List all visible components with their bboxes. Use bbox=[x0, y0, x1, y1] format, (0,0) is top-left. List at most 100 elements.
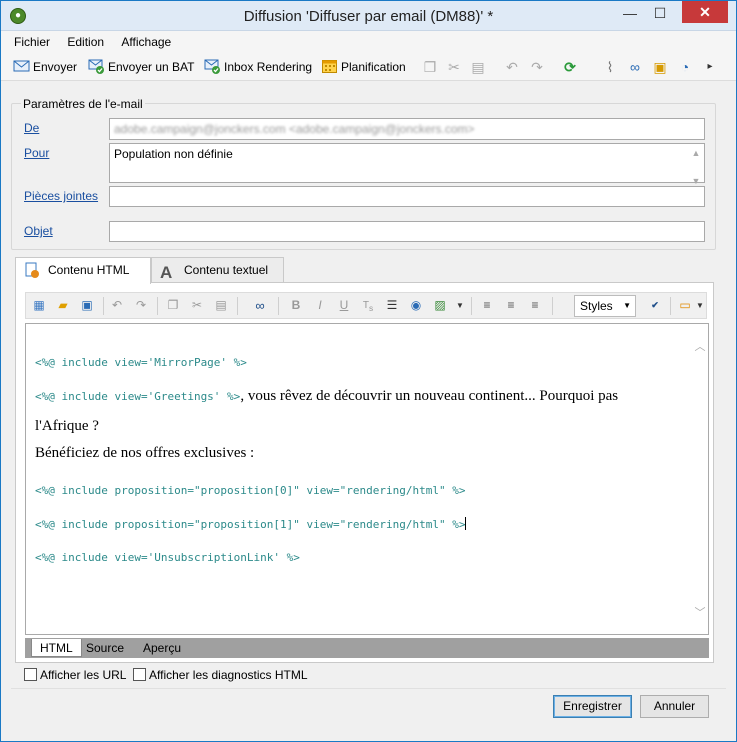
chevron-down-icon: ▼ bbox=[623, 301, 631, 310]
tab-source[interactable]: Source bbox=[78, 639, 132, 657]
from-label[interactable]: De bbox=[24, 121, 39, 135]
editor-toolbar-separator bbox=[278, 297, 279, 315]
planning-button[interactable]: Planification bbox=[321, 57, 406, 77]
align-left-icon[interactable]: ≡ bbox=[478, 297, 496, 314]
editor-line: <%@ include view='UnsubscriptionLink' %> bbox=[35, 551, 300, 564]
menu-affichage[interactable]: Affichage bbox=[114, 31, 178, 49]
text-content-icon: A bbox=[160, 263, 173, 282]
image-icon[interactable]: ▨ bbox=[431, 297, 449, 314]
divider bbox=[11, 688, 726, 689]
image-dropdown-icon[interactable]: ▼ bbox=[451, 297, 469, 314]
from-field[interactable]: adobe.campaign@jonckers.com <adobe.campa… bbox=[109, 118, 705, 140]
view-mode-tabs: HTML Source Aperçu bbox=[25, 638, 709, 658]
editor-code-span: <%@ include proposition="proposition[1]"… bbox=[35, 518, 466, 531]
toolbar-overflow-icon[interactable]: ▸ bbox=[701, 59, 719, 75]
html-content-icon bbox=[25, 262, 39, 278]
editor-toolbar-separator bbox=[471, 297, 472, 315]
to-label[interactable]: Pour bbox=[24, 146, 49, 160]
title-bar: ● Diffusion 'Diffuser par email (DM88)' … bbox=[1, 1, 736, 31]
from-value: adobe.campaign@jonckers.com <adobe.campa… bbox=[114, 122, 475, 136]
menu-edition[interactable]: Edition bbox=[60, 31, 111, 49]
cut-icon[interactable]: ✂ bbox=[188, 297, 206, 314]
save-disk-icon[interactable]: ▣ bbox=[78, 297, 96, 314]
to-value: Population non définie bbox=[114, 147, 233, 161]
show-urls-checkbox[interactable]: Afficher les URL bbox=[24, 668, 126, 682]
underline-icon[interactable]: U bbox=[335, 297, 353, 314]
globe-link-icon[interactable]: ◉ bbox=[407, 297, 425, 314]
save-button[interactable]: Enregistrer bbox=[553, 695, 632, 718]
refresh-icon[interactable]: ⟳ bbox=[561, 59, 579, 75]
dialog-window: ● Diffusion 'Diffuser par email (DM88)' … bbox=[0, 0, 737, 742]
tab-html-content-label: Contenu HTML bbox=[48, 263, 130, 277]
close-button[interactable]: ✕ bbox=[682, 1, 728, 23]
spellcheck-icon[interactable]: ✔ bbox=[646, 297, 664, 314]
show-diagnostics-checkbox[interactable]: Afficher les diagnostics HTML bbox=[133, 668, 308, 682]
menu-fichier[interactable]: Fichier bbox=[7, 31, 57, 49]
html-editor[interactable]: <%@ include view='MirrorPage' %> <%@ inc… bbox=[25, 323, 709, 635]
new-document-icon[interactable]: ▦ bbox=[30, 297, 48, 314]
editor-line: <%@ include proposition="proposition[1]"… bbox=[35, 517, 467, 531]
envelope-check-icon bbox=[204, 59, 220, 74]
tab-html-content[interactable]: Contenu HTML bbox=[15, 257, 151, 284]
calendar-icon bbox=[322, 60, 337, 73]
open-folder-icon[interactable]: ▰ bbox=[54, 297, 72, 314]
editor-scrollbar[interactable]: ︿ ﹀ bbox=[692, 324, 708, 634]
maximize-button[interactable]: ☐ bbox=[646, 3, 674, 25]
tab-text-content[interactable]: A Contenu textuel bbox=[151, 257, 284, 283]
editor-text-span: , vous rêvez de découvrir un nouveau con… bbox=[240, 388, 619, 404]
scroll-up-icon[interactable]: ︿ bbox=[692, 338, 708, 354]
align-right-icon[interactable]: ≡ bbox=[526, 297, 544, 314]
paste-icon[interactable]: ▤ bbox=[212, 297, 230, 314]
send-proof-label: Envoyer un BAT bbox=[108, 60, 195, 74]
checkbox-box[interactable] bbox=[24, 668, 37, 681]
redo-icon[interactable]: ↷ bbox=[132, 297, 150, 314]
to-field[interactable]: Population non définie ▲ ▼ bbox=[109, 143, 705, 186]
tab-preview[interactable]: Aperçu bbox=[135, 639, 189, 657]
subject-label[interactable]: Objet bbox=[24, 224, 53, 238]
planning-label: Planification bbox=[341, 60, 406, 74]
styles-dropdown[interactable]: Styles ▼ bbox=[574, 295, 636, 317]
list-icon[interactable]: ☰ bbox=[383, 297, 401, 314]
send-proof-button[interactable]: Envoyer un BAT bbox=[88, 57, 194, 77]
link-icon[interactable]: ∞ bbox=[626, 59, 644, 75]
strike-icon[interactable]: Ts bbox=[359, 297, 377, 314]
copy-icon[interactable]: ❐ bbox=[164, 297, 182, 314]
binoculars-icon[interactable]: ∞ bbox=[251, 297, 269, 314]
editor-toolbar-separator bbox=[670, 297, 671, 315]
tab-text-content-label: Contenu textuel bbox=[184, 263, 269, 277]
attachments-label[interactable]: Pièces jointes bbox=[24, 189, 98, 203]
send-label: Envoyer bbox=[33, 60, 78, 74]
undo-icon[interactable]: ↶ bbox=[108, 297, 126, 314]
gift-icon[interactable]: ▣ bbox=[651, 59, 669, 75]
html-content-panel: ▦ ▰ ▣ ↶ ↷ ❐ ✂ ▤ ∞ B I U Ts ☰ ◉ ▨ ▼ ≡ ≡ ≡ bbox=[15, 282, 714, 663]
copy-icon[interactable]: ❐ bbox=[421, 59, 439, 75]
send-button[interactable]: Envoyer bbox=[13, 57, 77, 77]
email-params-legend: Paramètres de l'e-mail bbox=[21, 97, 145, 111]
inbox-rendering-label: Inbox Rendering bbox=[224, 60, 313, 74]
italic-icon[interactable]: I bbox=[311, 297, 329, 314]
inbox-rendering-button[interactable]: Inbox Rendering bbox=[204, 57, 312, 77]
tracking-icon[interactable]: ◔ bbox=[676, 59, 694, 75]
styles-dropdown-label: Styles bbox=[580, 299, 613, 313]
paperclip-icon[interactable]: ⌇ bbox=[601, 59, 619, 75]
show-urls-label: Afficher les URL bbox=[40, 668, 127, 682]
attachments-field[interactable] bbox=[109, 186, 705, 207]
editor-code-span: <%@ include view='Greetings' %> bbox=[35, 390, 241, 403]
bold-icon[interactable]: B bbox=[287, 297, 305, 314]
redo-icon[interactable]: ↷ bbox=[528, 59, 546, 75]
to-field-scrollbar[interactable]: ▲ ▼ bbox=[690, 146, 702, 188]
scroll-down-icon[interactable]: ﹀ bbox=[692, 604, 708, 620]
align-center-icon[interactable]: ≡ bbox=[502, 297, 520, 314]
editor-line: l'Afrique ? bbox=[35, 418, 99, 434]
paste-icon[interactable]: ▤ bbox=[469, 59, 487, 75]
cancel-button[interactable]: Annuler bbox=[640, 695, 709, 718]
main-toolbar: Envoyer Envoyer un BAT Inbox Rendering P… bbox=[1, 53, 736, 81]
subject-field[interactable] bbox=[109, 221, 705, 242]
layout-dropdown-icon[interactable]: ▼ bbox=[691, 297, 709, 314]
undo-icon[interactable]: ↶ bbox=[503, 59, 521, 75]
cut-icon[interactable]: ✂ bbox=[445, 59, 463, 75]
checkbox-box[interactable] bbox=[133, 668, 146, 681]
minimize-button[interactable]: — bbox=[616, 3, 644, 25]
tab-html[interactable]: HTML bbox=[31, 639, 82, 657]
editor-toolbar-separator bbox=[237, 297, 238, 315]
